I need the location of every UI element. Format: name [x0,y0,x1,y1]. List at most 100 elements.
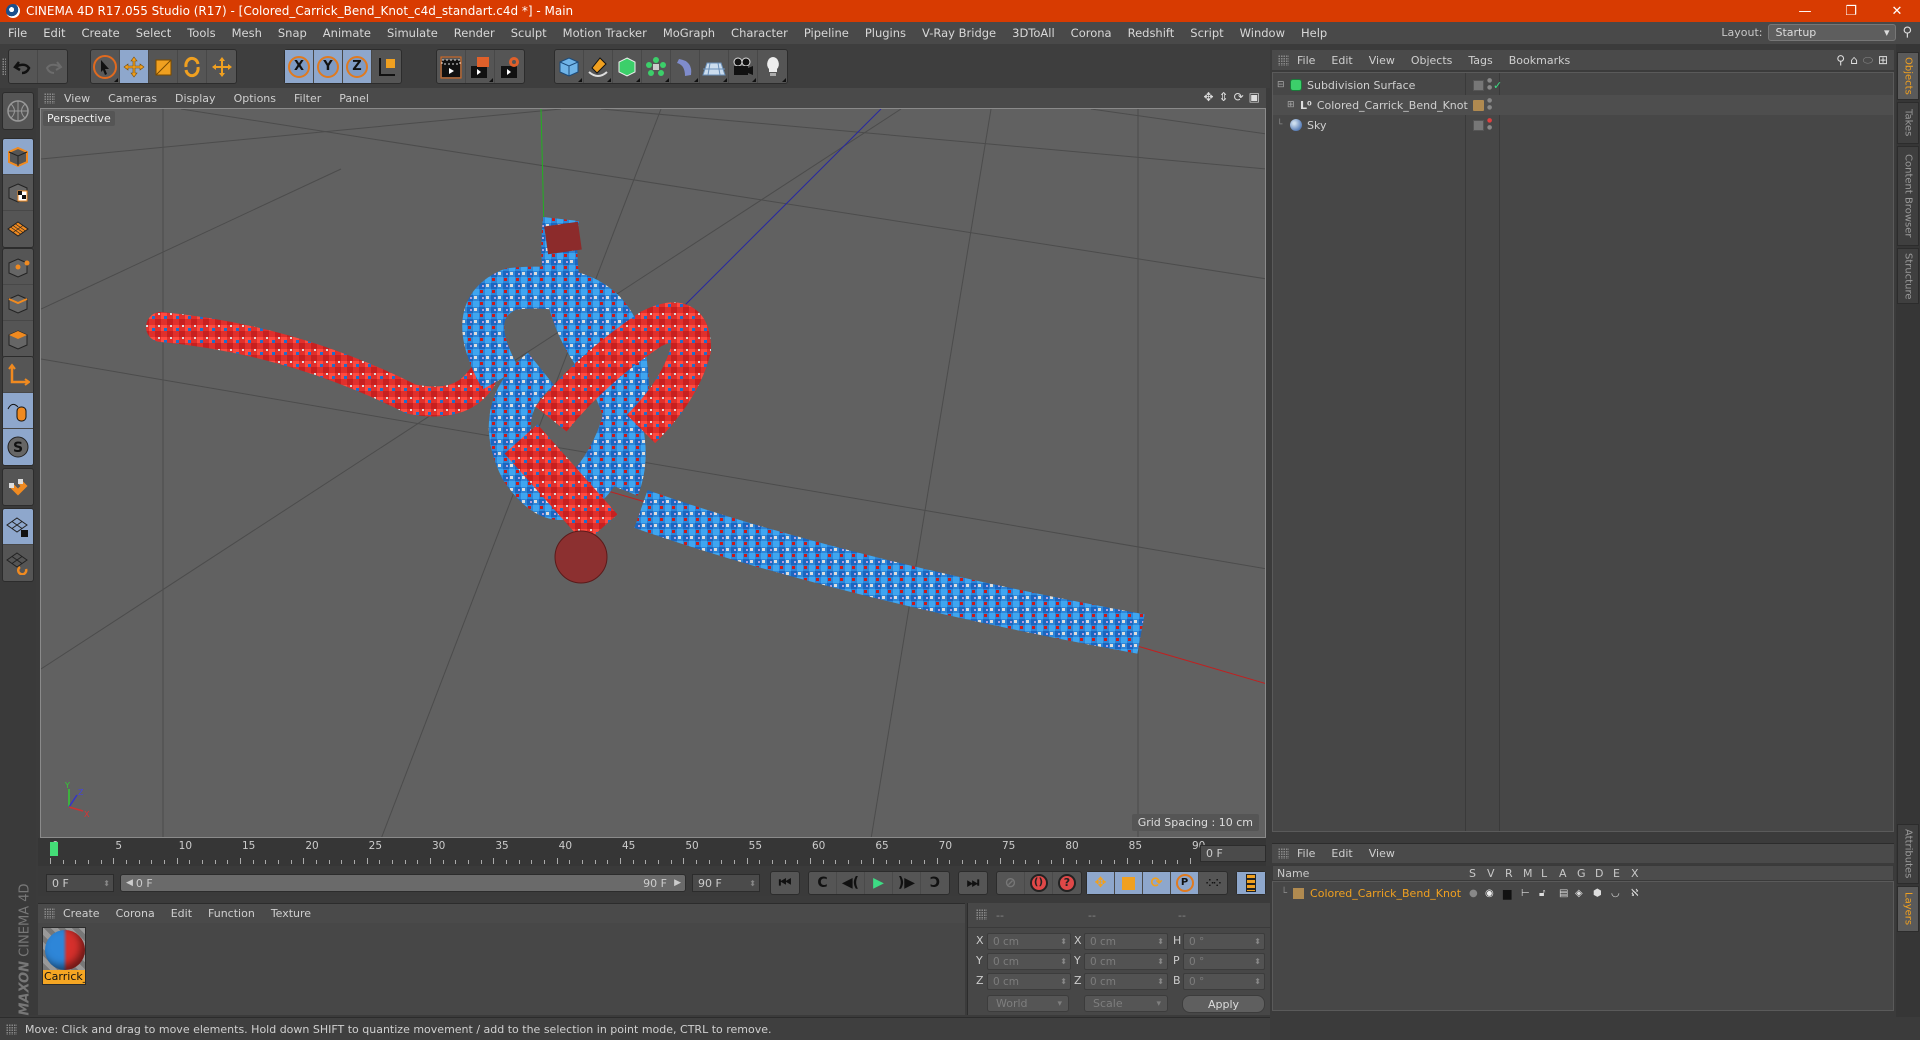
minimize-button[interactable]: — [1782,0,1828,22]
end-frame-field[interactable]: 90 F ⬍ [692,874,760,892]
key-scale-button[interactable] [1115,872,1143,894]
column-name[interactable]: Name [1277,867,1309,880]
material-swatch[interactable]: Carrick_ [42,927,86,985]
undo-button[interactable] [9,50,38,83]
rotation-p-field[interactable]: 0 ° ⬍ [1183,953,1265,970]
visibility-toggle-icon[interactable] [1473,79,1484,91]
menu-character[interactable]: Character [723,26,796,40]
layout-dropdown[interactable]: Startup ▾ [1768,24,1897,41]
previous-frame-button[interactable]: ◀( [837,872,865,894]
axis-mode-button[interactable] [3,357,33,393]
workplane-align-button[interactable] [3,545,33,581]
pan-icon[interactable]: ✥ [1203,90,1213,104]
render-view-button[interactable] [437,50,466,83]
timeline-ruler[interactable]: 051015202530354045505560657075808590 [38,838,1266,866]
material-menu-function[interactable]: Function [200,907,263,920]
column-visible[interactable]: V [1487,867,1495,880]
maximize-button[interactable]: ❐ [1828,0,1874,22]
menu-corona[interactable]: Corona [1063,26,1120,40]
deformer-button[interactable] [671,50,700,83]
visibility-toggle-icon[interactable] [1473,119,1484,131]
viewport-menu-display[interactable]: Display [166,92,225,105]
material-grip[interactable] [44,908,55,919]
dolly-icon[interactable]: ⇕ [1219,90,1229,104]
position-y-field[interactable]: 0 cm ⬍ [987,953,1071,970]
menu-plugins[interactable]: Plugins [857,26,914,40]
menu-window[interactable]: Window [1232,26,1293,40]
solo-mode-button[interactable]: S [3,429,33,465]
menu-help[interactable]: Help [1293,26,1335,40]
tab-attributes[interactable]: Attributes [1897,824,1919,884]
menu-select[interactable]: Select [128,26,179,40]
collapse-icon[interactable]: ⊟ [1277,80,1287,90]
position-z-field[interactable]: 0 cm ⬍ [987,973,1071,990]
key-rotation-button[interactable]: ⟳ [1143,872,1171,894]
texture-mode-button[interactable] [3,175,33,211]
coordinate-mode-dropdown[interactable]: World ▾ [987,995,1069,1012]
viewport-menu-cameras[interactable]: Cameras [99,92,166,105]
expressions-toggle-icon[interactable]: ◡ [1611,888,1620,899]
layer-color-swatch[interactable] [1293,887,1305,899]
menu-sculpt[interactable]: Sculpt [503,26,555,40]
tab-content-browser[interactable]: Content Browser [1897,146,1919,246]
render-visibility-dots-icon[interactable]: ● ● [1487,77,1492,91]
y-axis-lock-button[interactable]: Y [314,50,343,83]
column-xrefs[interactable]: X [1631,867,1639,880]
menu-script[interactable]: Script [1182,26,1231,40]
home-icon[interactable]: ⌂ [1850,53,1858,68]
go-to-end-button[interactable]: ⏭ [959,872,987,894]
motion-clip-button[interactable]: ⊘ [997,872,1025,894]
coordinates-grip[interactable] [976,909,987,920]
close-button[interactable]: ✕ [1874,0,1920,22]
next-key-button[interactable]: Ͻ [921,872,949,894]
material-menu-texture[interactable]: Texture [263,907,319,920]
next-frame-button[interactable]: )▶ [893,872,921,894]
light-button[interactable] [758,50,787,83]
orbit-icon[interactable]: ⟳ [1234,90,1244,104]
lm-menu-edit[interactable]: Edit [1323,847,1360,860]
range-left-arrow-icon[interactable]: ◀ [126,878,133,888]
points-mode-button[interactable] [3,249,33,285]
redo-button[interactable] [38,50,67,83]
polygons-mode-button[interactable] [3,321,33,357]
menu-file[interactable]: File [0,26,35,40]
render-visibility-dots-icon[interactable]: ● ● [1487,117,1492,131]
om-menu-view[interactable]: View [1361,54,1403,67]
manager-toggle-icon[interactable]: ⊢ [1521,888,1530,899]
camera-label[interactable]: Perspective [43,111,115,126]
size-x-field[interactable]: 0 cm ⬍ [1084,933,1168,950]
menu-redshift[interactable]: Redshift [1120,26,1183,40]
menu-3dtoall[interactable]: 3DToAll [1004,26,1063,40]
range-right-arrow-icon[interactable]: ▶ [674,878,681,888]
viewport-grip[interactable] [44,92,55,104]
render-toggle-icon[interactable]: ▆ [1503,887,1511,900]
column-deformers[interactable]: D [1595,867,1603,880]
playhead-marker[interactable] [50,842,58,856]
object-row-colored-carrick-bend-knot[interactable]: ⊞ L⁰ Colored_Carrick_Bend_Knot ● ● [1273,95,1893,115]
floor-button[interactable] [700,50,729,83]
play-button[interactable]: ▶ [865,872,893,894]
object-name[interactable]: Subdivision Surface [1307,79,1415,92]
rotation-h-field[interactable]: 0 ° ⬍ [1183,933,1265,950]
key-point-level-button[interactable]: ⁘⁘ [1199,872,1227,894]
material-menu-edit[interactable]: Edit [163,907,200,920]
model-mode-button[interactable] [3,139,33,175]
tab-objects[interactable]: Objects [1897,52,1919,100]
om-menu-tags[interactable]: Tags [1460,54,1500,67]
column-expressions[interactable]: E [1613,867,1620,880]
snap-magnet-button[interactable] [3,469,33,505]
layer-manager-grip[interactable] [1278,848,1289,859]
solo-toggle-icon[interactable]: ● [1469,888,1478,899]
layer-color-icon[interactable] [1473,99,1484,111]
om-menu-bookmarks[interactable]: Bookmarks [1501,54,1578,67]
cube-button[interactable] [555,50,584,83]
column-animation[interactable]: A [1559,867,1567,880]
object-manager-grip[interactable] [1278,54,1289,66]
viewport-menu-options[interactable]: Options [225,92,285,105]
3d-viewport[interactable]: Perspective Y Z X Grid Spacing : 10 cm [40,108,1266,838]
menu-tools[interactable]: Tools [179,26,223,40]
column-generators[interactable]: G [1577,867,1586,880]
menu-create[interactable]: Create [74,26,128,40]
previous-key-button[interactable]: C [809,872,837,894]
maximize-view-icon[interactable]: ▣ [1249,90,1260,104]
